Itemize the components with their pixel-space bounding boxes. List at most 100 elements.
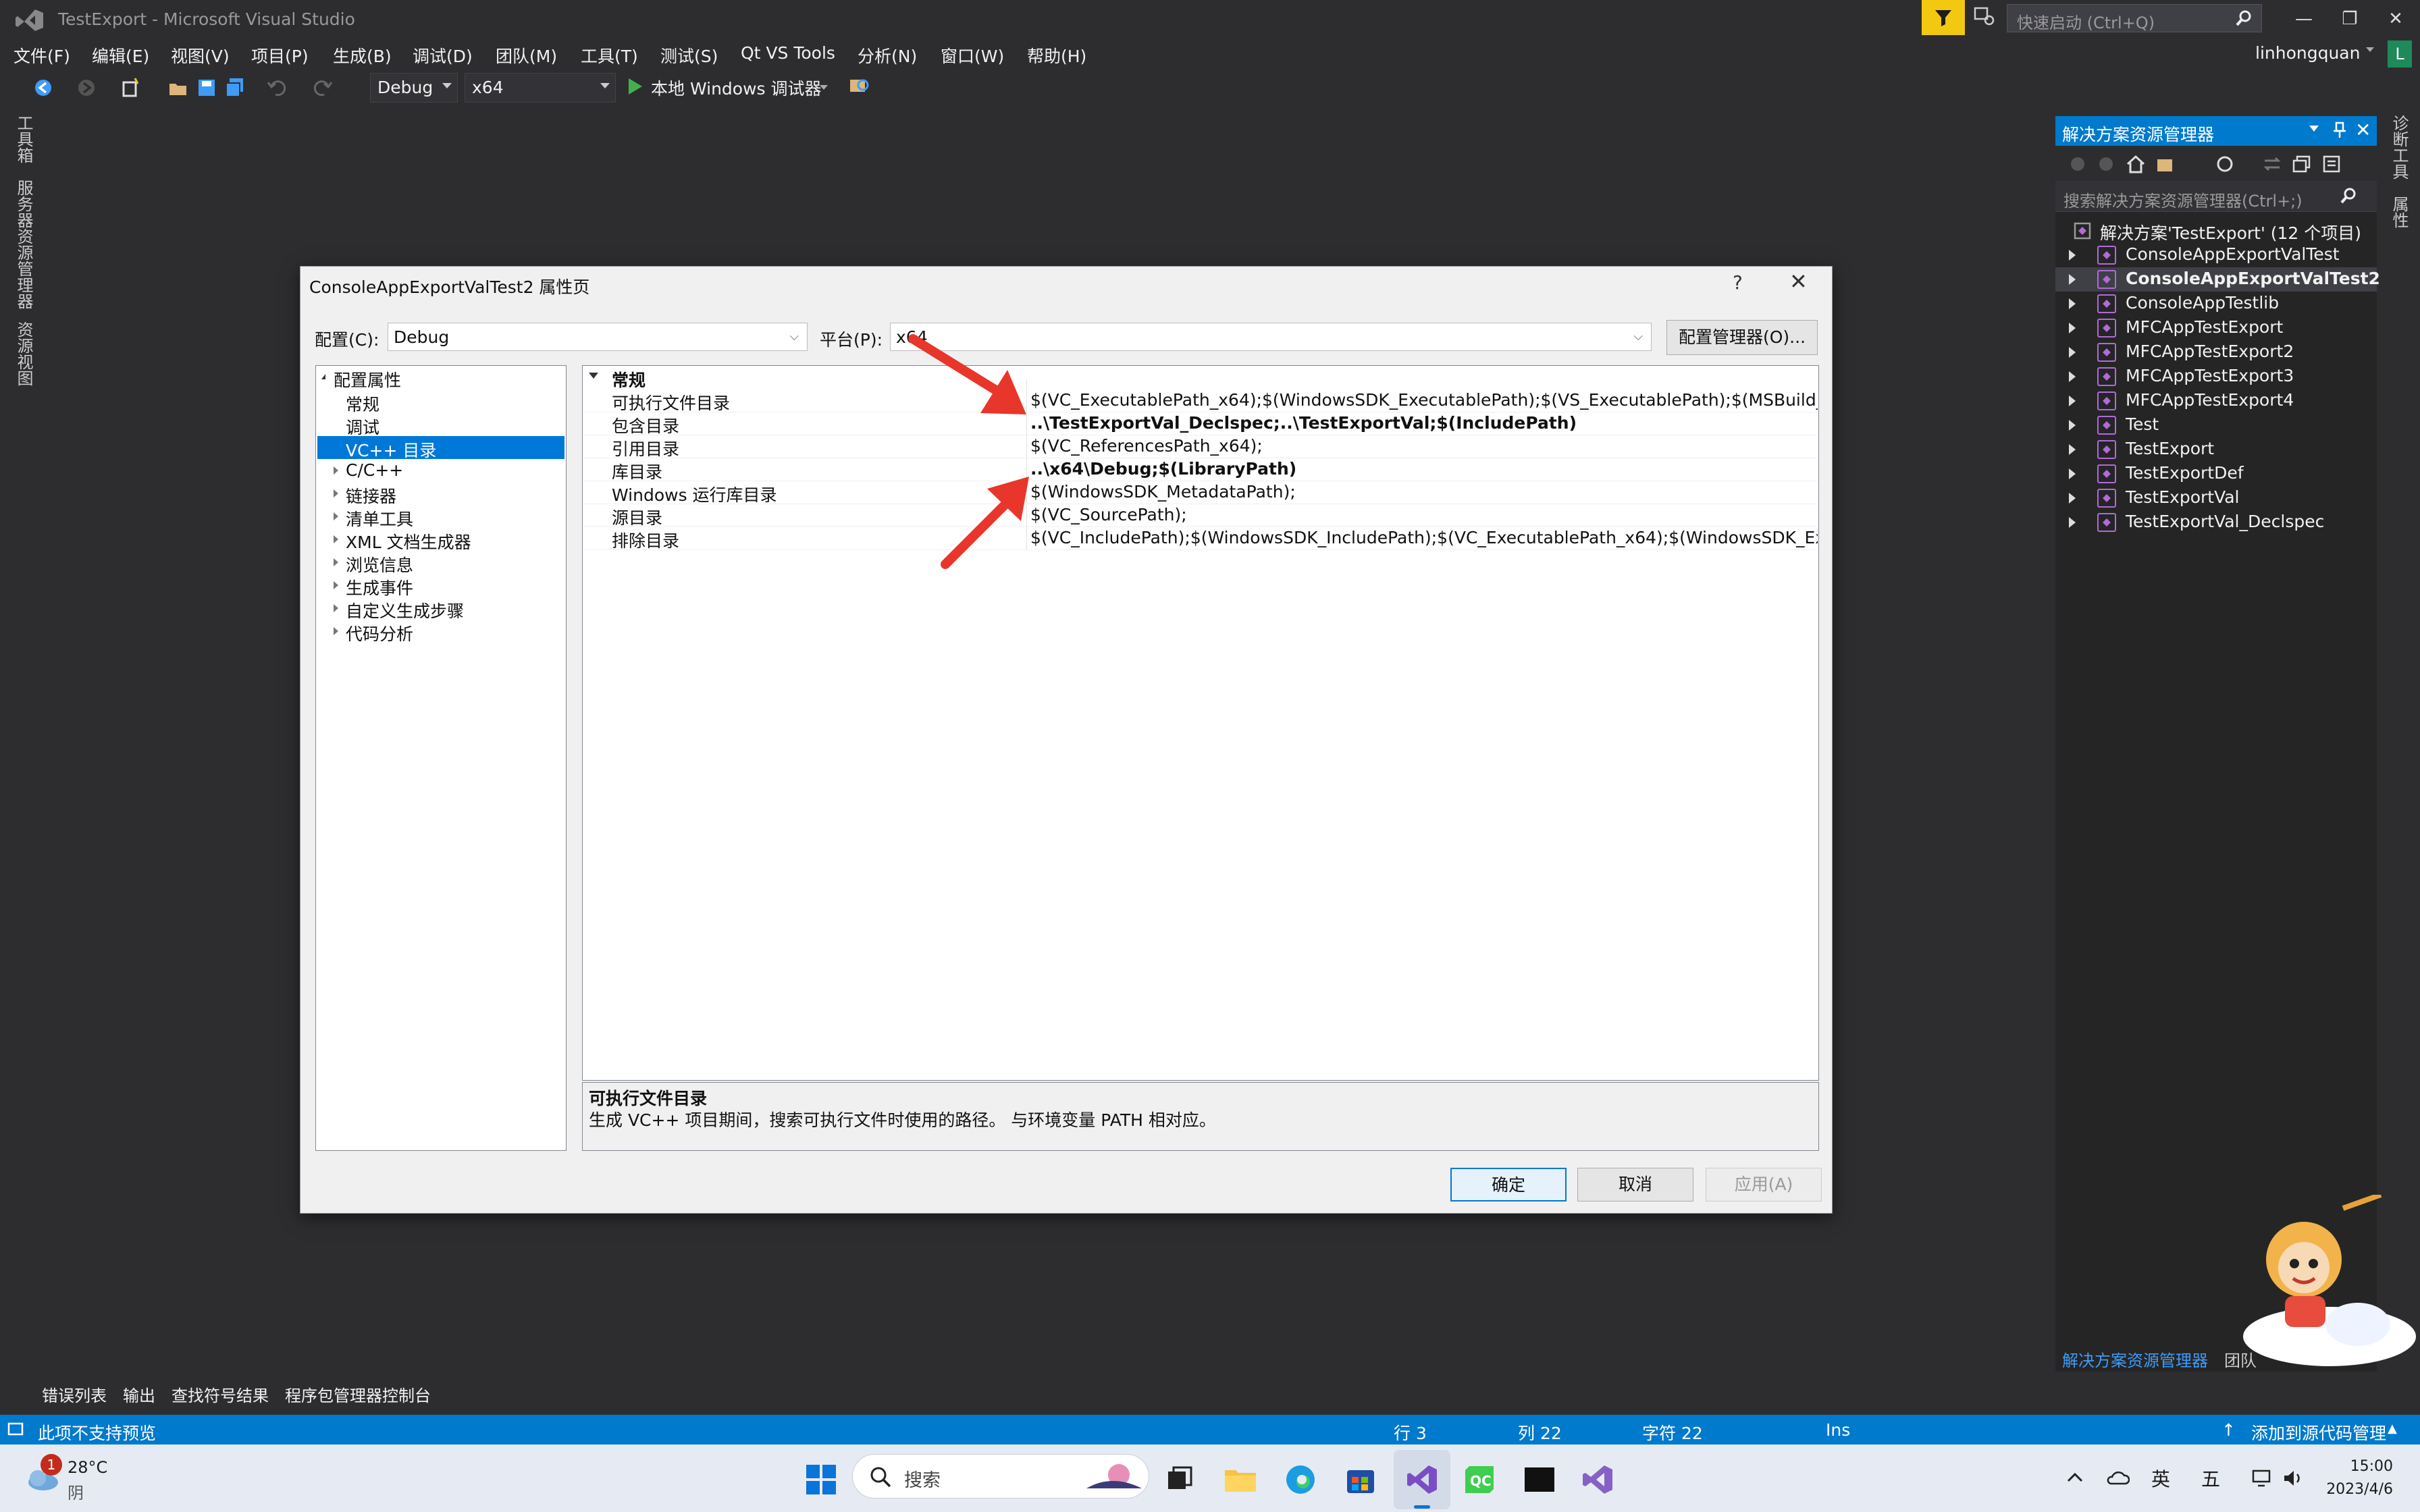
- find-in-files-icon[interactable]: [848, 76, 872, 100]
- tree-item[interactable]: 常规: [317, 390, 564, 414]
- save-all-icon[interactable]: [224, 77, 246, 99]
- solution-project-node[interactable]: ConsoleAppTestlib: [2055, 292, 2377, 316]
- property-value[interactable]: $(VC_IncludePath);$(WindowsSDK_IncludePa…: [1030, 528, 1818, 547]
- expand-triangle-icon[interactable]: [2069, 396, 2076, 406]
- solution-project-node[interactable]: MFCAppTestExport: [2055, 316, 2377, 340]
- taskbar-search-box[interactable]: 搜索: [852, 1454, 1149, 1498]
- server-explorer-tab[interactable]: 服务器资源管理器: [12, 180, 36, 309]
- show-hidden-icons-chevron-icon[interactable]: [2066, 1470, 2084, 1484]
- ime-language-indicator[interactable]: 英: [2151, 1465, 2170, 1492]
- user-dropdown-icon[interactable]: [2366, 47, 2374, 52]
- minimize-button[interactable]: —: [2285, 5, 2323, 32]
- ime-mode-indicator[interactable]: 五: [2201, 1465, 2220, 1492]
- expand-triangle-icon[interactable]: [2069, 274, 2076, 285]
- clock-time[interactable]: 15:00: [2332, 1458, 2393, 1475]
- notifications-filter-button[interactable]: [1922, 0, 1965, 35]
- output-tab[interactable]: 输出: [123, 1382, 155, 1406]
- solution-project-node[interactable]: TestExport: [2055, 437, 2377, 462]
- property-value[interactable]: $(VC_ExecutablePath_x64);$(WindowsSDK_Ex…: [1030, 390, 1818, 410]
- menu-build[interactable]: 生成(B): [333, 43, 392, 68]
- menu-window[interactable]: 窗口(W): [941, 43, 1004, 68]
- tree-item[interactable]: 自定义生成步骤: [317, 597, 564, 621]
- collapsed-triangle-icon[interactable]: [334, 466, 338, 475]
- start-debugger-button[interactable]: 本地 Windows 调试器: [651, 76, 822, 100]
- expand-triangle-icon[interactable]: [2069, 517, 2076, 528]
- solution-platform-select[interactable]: x64: [465, 73, 616, 103]
- solution-project-node[interactable]: TestExportVal: [2055, 486, 2377, 510]
- solution-project-node[interactable]: TestExportDef: [2055, 462, 2377, 486]
- expand-triangle-icon[interactable]: [2069, 347, 2076, 358]
- menu-qt-vs-tools[interactable]: Qt VS Tools: [741, 43, 835, 63]
- collapsed-triangle-icon[interactable]: [334, 512, 338, 520]
- diagnostic-tools-tab[interactable]: 诊断工具: [2388, 115, 2411, 180]
- expand-triangle-icon[interactable]: [2069, 298, 2076, 309]
- collapsed-triangle-icon[interactable]: [334, 489, 338, 497]
- expand-triangle-icon[interactable]: [2069, 444, 2076, 455]
- apply-button[interactable]: 应用(A): [1706, 1168, 1822, 1202]
- new-project-icon[interactable]: [120, 77, 142, 99]
- solution-project-node[interactable]: MFCAppTestExport4: [2055, 389, 2377, 413]
- cancel-button[interactable]: 取消: [1577, 1168, 1693, 1202]
- microsoft-store-icon[interactable]: [1345, 1463, 1376, 1496]
- expand-triangle-icon[interactable]: [2069, 420, 2076, 431]
- panel-menu-icon[interactable]: [2309, 126, 2319, 132]
- menu-team[interactable]: 团队(M): [496, 43, 557, 68]
- quick-launch-input[interactable]: 快速启动 (Ctrl+Q): [2007, 4, 2262, 32]
- start-menu-windows-icon[interactable]: [805, 1463, 837, 1496]
- find-symbol-results-tab[interactable]: 查找符号结果: [172, 1382, 269, 1406]
- network-icon[interactable]: [2251, 1469, 2271, 1488]
- sync-with-document-icon[interactable]: [2262, 154, 2282, 174]
- menu-project[interactable]: 项目(P): [251, 43, 309, 68]
- menu-edit[interactable]: 编辑(E): [92, 43, 149, 68]
- property-name[interactable]: 源目录: [612, 505, 662, 529]
- tree-item[interactable]: 浏览信息: [317, 551, 564, 575]
- property-name[interactable]: Windows 运行库目录: [612, 482, 777, 506]
- property-value[interactable]: ..\x64\Debug;$(LibraryPath): [1030, 459, 1818, 479]
- solution-explorer-tab[interactable]: 解决方案资源管理器: [2062, 1347, 2208, 1371]
- close-panel-icon[interactable]: ✕: [2355, 119, 2371, 141]
- maximize-button[interactable]: ❐: [2331, 5, 2369, 32]
- resource-view-tab[interactable]: 资源视图: [12, 321, 36, 386]
- expand-triangle-icon[interactable]: [2069, 493, 2076, 504]
- collapsed-triangle-icon[interactable]: [334, 535, 338, 543]
- platform-select[interactable]: x64 ⌵: [890, 323, 1652, 351]
- properties-tab[interactable]: 属性: [2388, 196, 2411, 228]
- collapsed-triangle-icon[interactable]: [334, 558, 338, 566]
- property-name[interactable]: 库目录: [612, 459, 662, 483]
- debugger-dropdown-icon[interactable]: [820, 85, 828, 90]
- tree-item[interactable]: XML 文档生成器: [317, 528, 564, 552]
- solution-project-node[interactable]: TestExportVal_Declspec: [2055, 510, 2377, 535]
- menu-tools[interactable]: 工具(T): [581, 43, 638, 68]
- menu-help[interactable]: 帮助(H): [1027, 43, 1086, 68]
- tree-item[interactable]: 链接器: [317, 482, 564, 506]
- solution-search-input[interactable]: 搜索解决方案资源管理器(Ctrl+;): [2055, 181, 2377, 212]
- property-value[interactable]: $(WindowsSDK_MetadataPath);: [1030, 482, 1818, 502]
- property-name[interactable]: 引用目录: [612, 436, 679, 460]
- weather-temperature[interactable]: 28°C: [68, 1458, 107, 1477]
- avatar[interactable]: L: [2388, 40, 2412, 68]
- solution-configuration-select[interactable]: Debug: [370, 73, 458, 103]
- add-to-source-control-button[interactable]: 添加到源代码管理: [2251, 1420, 2386, 1444]
- property-name[interactable]: 排除目录: [612, 528, 679, 552]
- edge-browser-icon[interactable]: [1284, 1463, 1317, 1496]
- tree-item[interactable]: 生成事件: [317, 574, 564, 598]
- solution-node[interactable]: 解决方案'TestExport' (12 个项目): [2055, 219, 2377, 243]
- close-window-button[interactable]: ✕: [2377, 5, 2415, 32]
- volume-icon[interactable]: [2282, 1469, 2304, 1488]
- package-manager-console-tab[interactable]: 程序包管理器控制台: [285, 1382, 431, 1406]
- collapsed-triangle-icon[interactable]: [334, 627, 338, 635]
- property-name[interactable]: 可执行文件目录: [612, 390, 730, 414]
- tree-item[interactable]: 代码分析: [317, 620, 564, 644]
- expand-triangle-icon[interactable]: [2069, 371, 2076, 382]
- tree-item[interactable]: C/C++: [317, 459, 564, 482]
- help-button[interactable]: ?: [1733, 271, 1743, 294]
- tree-item[interactable]: 清单工具: [317, 505, 564, 529]
- user-name[interactable]: linhongquan: [2255, 43, 2360, 63]
- property-value[interactable]: $(VC_ReferencesPath_x64);: [1030, 436, 1818, 456]
- collapse-all-icon[interactable]: [2292, 154, 2312, 174]
- property-value[interactable]: ..\TestExportVal_Declspec;..\TestExportV…: [1030, 413, 1818, 433]
- pin-icon[interactable]: [2332, 122, 2347, 139]
- error-list-tab[interactable]: 错误列表: [42, 1382, 107, 1406]
- collapsed-triangle-icon[interactable]: [334, 604, 338, 612]
- property-name[interactable]: 包含目录: [612, 413, 679, 437]
